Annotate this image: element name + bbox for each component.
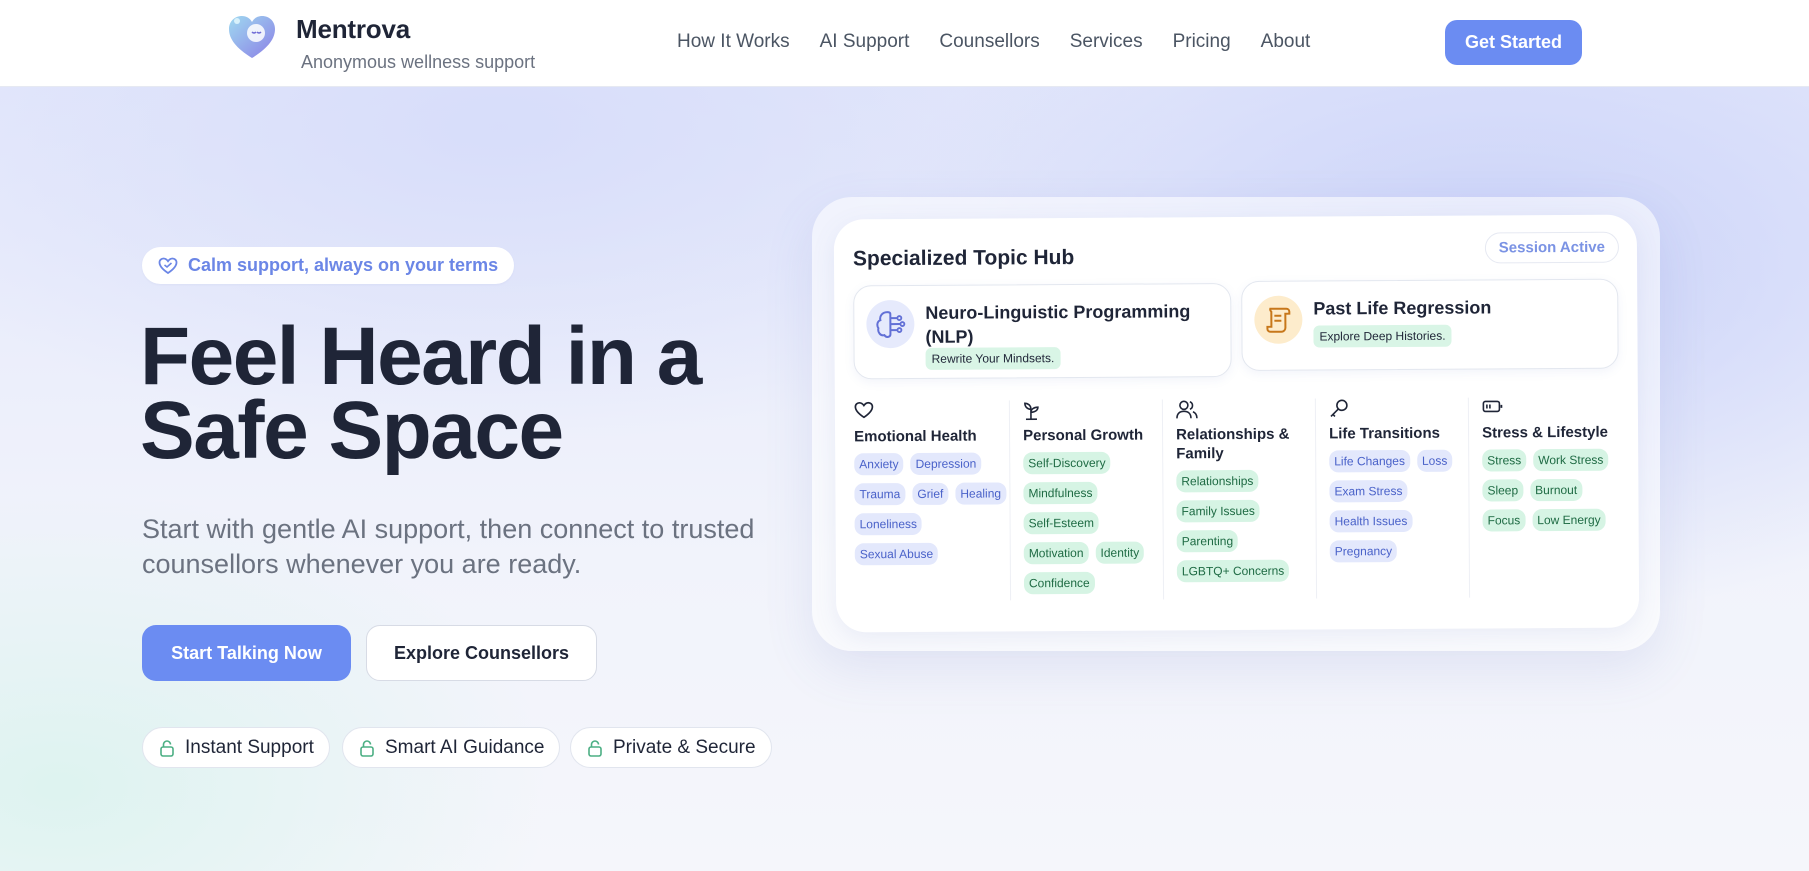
heart-handshake-icon (158, 257, 178, 274)
category-stress-lifestyle: Stress & Lifestyle Stress Work Stress Sl… (1467, 396, 1623, 598)
topic-title-line: Neuro-Linguistic Programming (925, 301, 1191, 323)
nav-services[interactable]: Services (1070, 31, 1143, 53)
feature-badge-private-secure: Private & Secure (570, 727, 772, 768)
tag-chip[interactable]: Self-Discovery (1023, 451, 1111, 475)
feature-label: Instant Support (185, 736, 314, 758)
tagline-pill: Calm support, always on your terms (142, 247, 515, 284)
tag-chip[interactable]: Identity (1095, 541, 1145, 564)
topic-title: Past Life Regression (1313, 297, 1492, 319)
tag-chip[interactable]: Loneliness (854, 512, 923, 536)
battery-icon (1482, 400, 1503, 413)
tag-chip[interactable]: Depression (910, 452, 982, 475)
category-relationships-family: Relationships & Family Relationships Fam… (1161, 398, 1317, 600)
get-started-button[interactable]: Get Started (1445, 20, 1582, 65)
nav-pricing[interactable]: Pricing (1173, 31, 1231, 53)
key-icon (1330, 399, 1348, 417)
tag-chip[interactable]: Parenting (1176, 529, 1239, 553)
category-title: Stress & Lifestyle (1482, 423, 1609, 442)
brand-name: Mentrova (296, 14, 410, 44)
feature-label: Smart AI Guidance (385, 736, 545, 758)
tag-chip[interactable]: Confidence (1023, 571, 1095, 595)
nav-about[interactable]: About (1261, 31, 1311, 53)
sprout-icon (1024, 402, 1039, 421)
tag-chip[interactable]: Pregnancy (1329, 540, 1398, 563)
lock-icon (360, 739, 374, 757)
category-personal-growth: Personal Growth Self-Discovery Mindfulne… (1008, 399, 1164, 601)
topic-title: Neuro-Linguistic Programming (NLP) (925, 299, 1190, 349)
tag-chip[interactable]: Burnout (1530, 478, 1583, 502)
users-icon (1176, 400, 1198, 419)
nav-counsellors[interactable]: Counsellors (939, 31, 1039, 53)
tag-chip[interactable]: Healing (955, 482, 1007, 505)
feature-badge-smart-ai: Smart AI Guidance (342, 727, 561, 768)
feature-badge-instant-support: Instant Support (142, 727, 330, 768)
tag-chip[interactable]: Stress (1482, 449, 1527, 472)
session-status-badge: Session Active (1484, 231, 1620, 264)
topic-title-line: (NLP) (925, 326, 974, 347)
tag-chip[interactable]: Health Issues (1329, 509, 1413, 533)
heart-icon (854, 401, 874, 419)
hero-headline: Feel Heard in a Safe Space (140, 311, 840, 476)
topic-card-past-life[interactable]: Past Life Regression Explore Deep Histor… (1241, 278, 1619, 371)
hero-subtext: Start with gentle AI support, then conne… (142, 514, 755, 579)
nav-how-it-works[interactable]: How It Works (677, 31, 790, 53)
tag-chip[interactable]: LGBTQ+ Concerns (1176, 559, 1290, 583)
tag-chip[interactable]: Exam Stress (1329, 479, 1408, 503)
tag-chip[interactable]: Sleep (1482, 479, 1524, 502)
tag-chip[interactable]: Motivation (1023, 541, 1089, 565)
topic-tag: Rewrite Your Mindsets. (925, 347, 1061, 370)
tag-chip[interactable]: Self-Esteem (1023, 511, 1100, 535)
topic-tag: Explore Deep Histories. (1313, 324, 1452, 348)
tag-chip[interactable]: Focus (1482, 509, 1526, 532)
topic-card-nlp[interactable]: Neuro-Linguistic Programming (NLP) Rewri… (853, 283, 1232, 380)
topic-hub-card: Specialized Topic Hub Session Active Neu… (833, 214, 1640, 633)
tag-chip[interactable]: Anxiety (854, 453, 904, 476)
tag-chip[interactable]: Relationships (1176, 469, 1259, 493)
topic-hub-title: Specialized Topic Hub (852, 245, 1075, 271)
tag-chip[interactable]: Work Stress (1533, 448, 1609, 472)
lock-icon (160, 739, 174, 757)
category-title: Personal Growth (1023, 426, 1144, 445)
scroll-icon (1254, 295, 1303, 344)
hero-section: Calm support, always on your terms Feel … (0, 87, 1809, 871)
category-title: Life Transitions (1329, 424, 1440, 443)
brand[interactable]: Mentrova Anonymous wellness support (226, 12, 540, 73)
category-life-transitions: Life Transitions Life Changes Loss Exam … (1314, 397, 1470, 599)
site-header: Mentrova Anonymous wellness support How … (0, 0, 1809, 87)
start-talking-button[interactable]: Start Talking Now (142, 625, 351, 681)
tag-chip[interactable]: Grief (912, 482, 949, 505)
brain-icon (866, 299, 915, 349)
tag-chip[interactable]: Trauma (854, 483, 906, 506)
category-title: Emotional Health (854, 427, 977, 446)
headline-line-1: Feel Heard in a (140, 311, 702, 402)
headline-line-2: Safe Space (140, 385, 564, 476)
category-columns: Emotional Health Anxiety Depression Trau… (854, 396, 1625, 602)
tag-chip[interactable]: Loss (1416, 449, 1453, 472)
tag-chip[interactable]: Family Issues (1176, 499, 1260, 523)
category-title: Relationships & Family (1176, 425, 1290, 463)
brand-logo-icon (229, 16, 275, 58)
lock-icon (588, 739, 602, 757)
explore-counsellors-button[interactable]: Explore Counsellors (366, 625, 597, 681)
tagline-pill-text: Calm support, always on your terms (188, 255, 499, 275)
tag-chip[interactable]: Life Changes (1329, 449, 1411, 473)
category-emotional-health: Emotional Health Anxiety Depression Trau… (854, 400, 1010, 601)
main-nav: How It Works AI Support Counsellors Serv… (677, 31, 1340, 53)
tag-chip[interactable]: Low Energy (1532, 508, 1606, 532)
feature-label: Private & Secure (613, 736, 756, 758)
brand-tagline: Anonymous wellness support (301, 52, 536, 72)
tag-chip[interactable]: Mindfulness (1023, 481, 1098, 505)
tag-chip[interactable]: Sexual Abuse (854, 542, 939, 566)
nav-ai-support[interactable]: AI Support (820, 31, 910, 53)
